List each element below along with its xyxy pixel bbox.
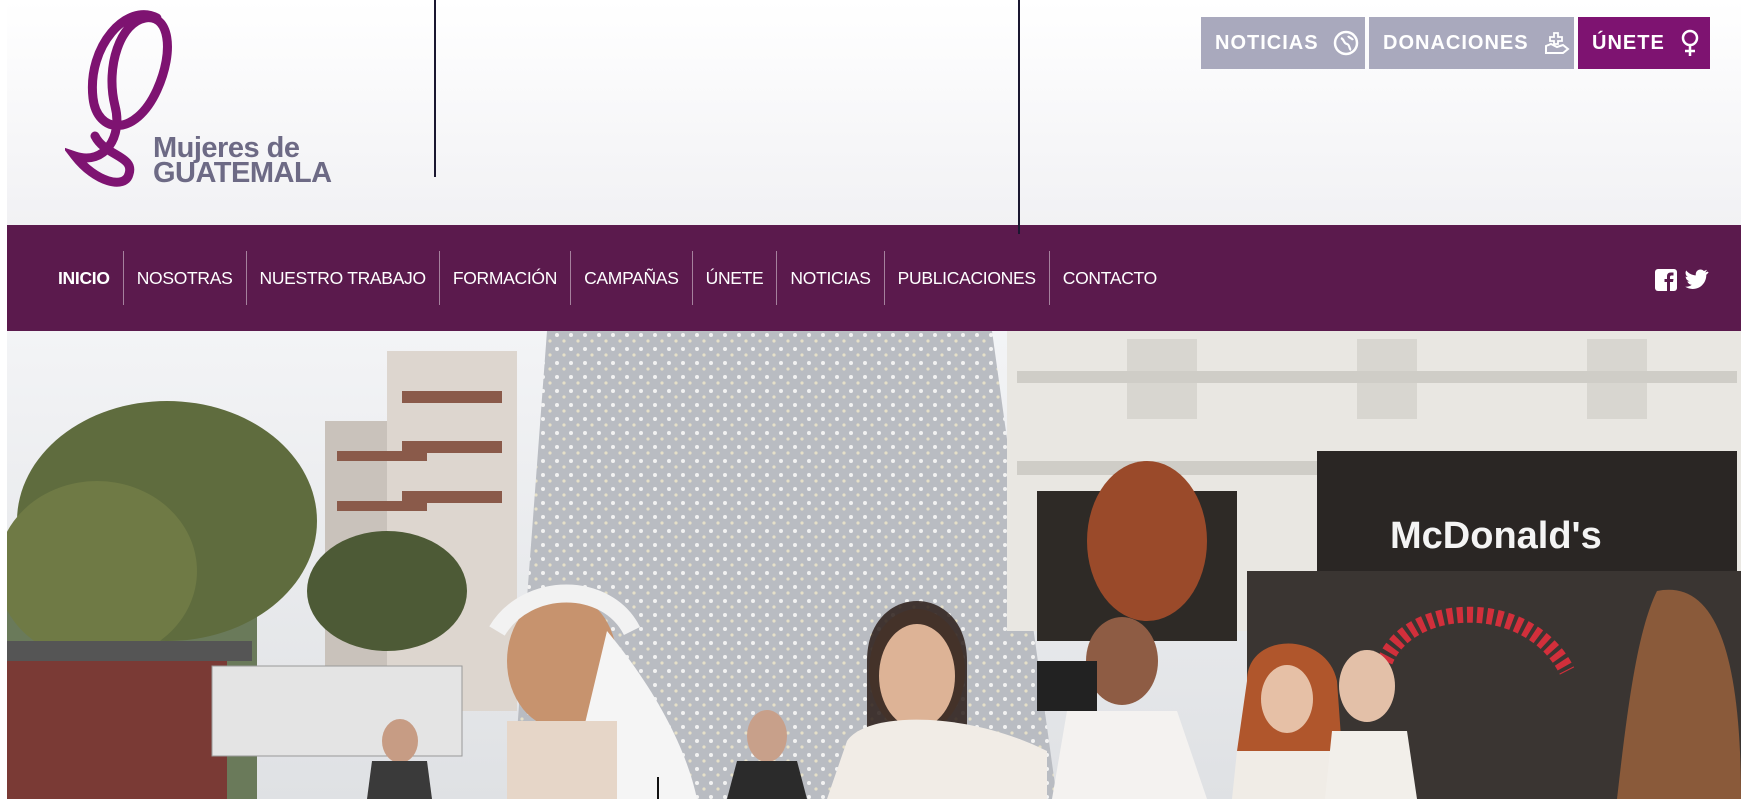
nav-item-formacion[interactable]: FORMACIÓN bbox=[440, 251, 572, 305]
divider-line bbox=[434, 0, 436, 177]
divider-line bbox=[657, 777, 659, 799]
storefront-sign: McDonald's bbox=[1390, 515, 1602, 557]
globe-icon bbox=[1333, 30, 1359, 56]
hero-photo: McDonald's bbox=[7, 331, 1741, 799]
site-header: Mujeres de GUATEMALA NOTICIAS DONACIONES bbox=[7, 0, 1741, 225]
unete-button[interactable]: ÚNETE bbox=[1578, 17, 1710, 69]
donate-hand-icon bbox=[1543, 30, 1571, 56]
twitter-icon[interactable] bbox=[1685, 269, 1709, 291]
facebook-icon[interactable] bbox=[1655, 269, 1677, 291]
top-buttons: NOTICIAS DONACIONES ÚNETE bbox=[1201, 17, 1710, 69]
female-symbol-icon bbox=[1679, 29, 1701, 57]
nav-item-inicio[interactable]: INICIO bbox=[45, 251, 124, 305]
nav-item-unete[interactable]: ÚNETE bbox=[693, 251, 778, 305]
donaciones-button-label: DONACIONES bbox=[1383, 31, 1529, 54]
donaciones-button[interactable]: DONACIONES bbox=[1369, 17, 1574, 69]
noticias-button-label: NOTICIAS bbox=[1215, 31, 1319, 54]
noticias-button[interactable]: NOTICIAS bbox=[1201, 17, 1365, 69]
nav-item-noticias[interactable]: NOTICIAS bbox=[777, 251, 885, 305]
social-links bbox=[1655, 269, 1709, 291]
main-nav: INICIO NOSOTRAS NUESTRO TRABAJO FORMACIÓ… bbox=[7, 225, 1741, 331]
site-logo[interactable]: Mujeres de GUATEMALA bbox=[65, 6, 332, 196]
unete-button-label: ÚNETE bbox=[1592, 31, 1665, 54]
nav-item-publicaciones[interactable]: PUBLICACIONES bbox=[885, 251, 1050, 305]
divider-line bbox=[1018, 0, 1020, 234]
nav-item-campanas[interactable]: CAMPAÑAS bbox=[571, 251, 693, 305]
nav-item-nuestro-trabajo[interactable]: NUESTRO TRABAJO bbox=[247, 251, 440, 305]
logo-text-line2: GUATEMALA bbox=[153, 157, 332, 189]
hero-image: McDonald's bbox=[7, 331, 1741, 799]
nav-item-nosotras[interactable]: NOSOTRAS bbox=[124, 251, 247, 305]
nav-item-contacto[interactable]: CONTACTO bbox=[1050, 251, 1170, 305]
